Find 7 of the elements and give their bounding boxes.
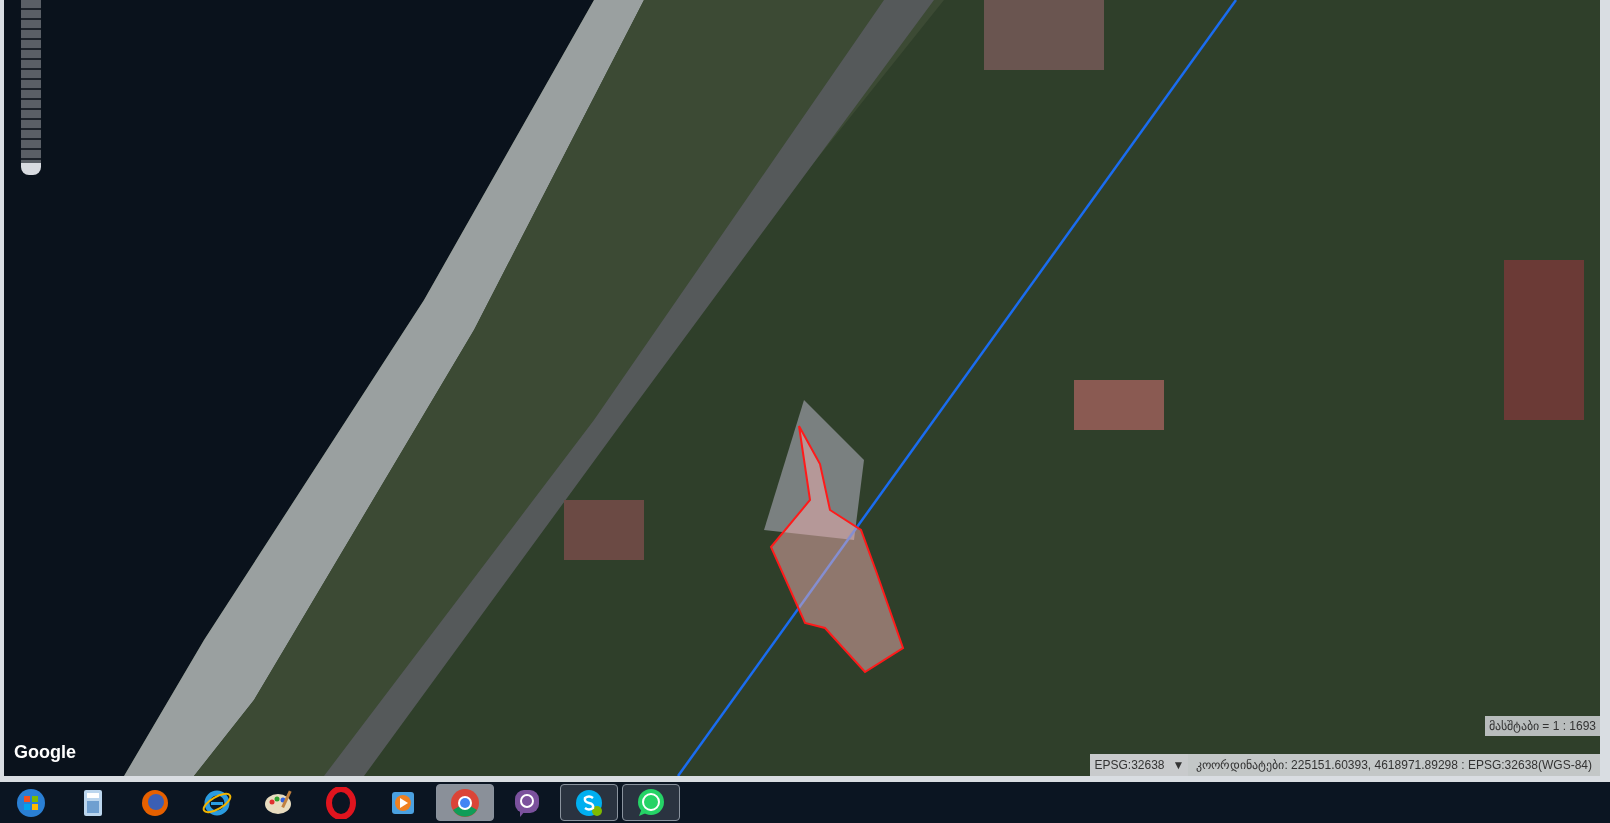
windows-logo-icon	[15, 786, 47, 819]
coordinates-readout: კოორდინატები: 225151.60393, 4618971.89298 : EPSG:32638(WGS-84)	[1188, 754, 1600, 776]
projection-select[interactable]: EPSG:32638 ▼	[1090, 754, 1189, 776]
taskbar-button[interactable]	[622, 784, 680, 821]
google-logo: Google	[14, 741, 76, 764]
taskbar-button[interactable]	[560, 784, 618, 821]
scale-label: მასშტაბი = 1 : 1693	[1484, 716, 1600, 736]
